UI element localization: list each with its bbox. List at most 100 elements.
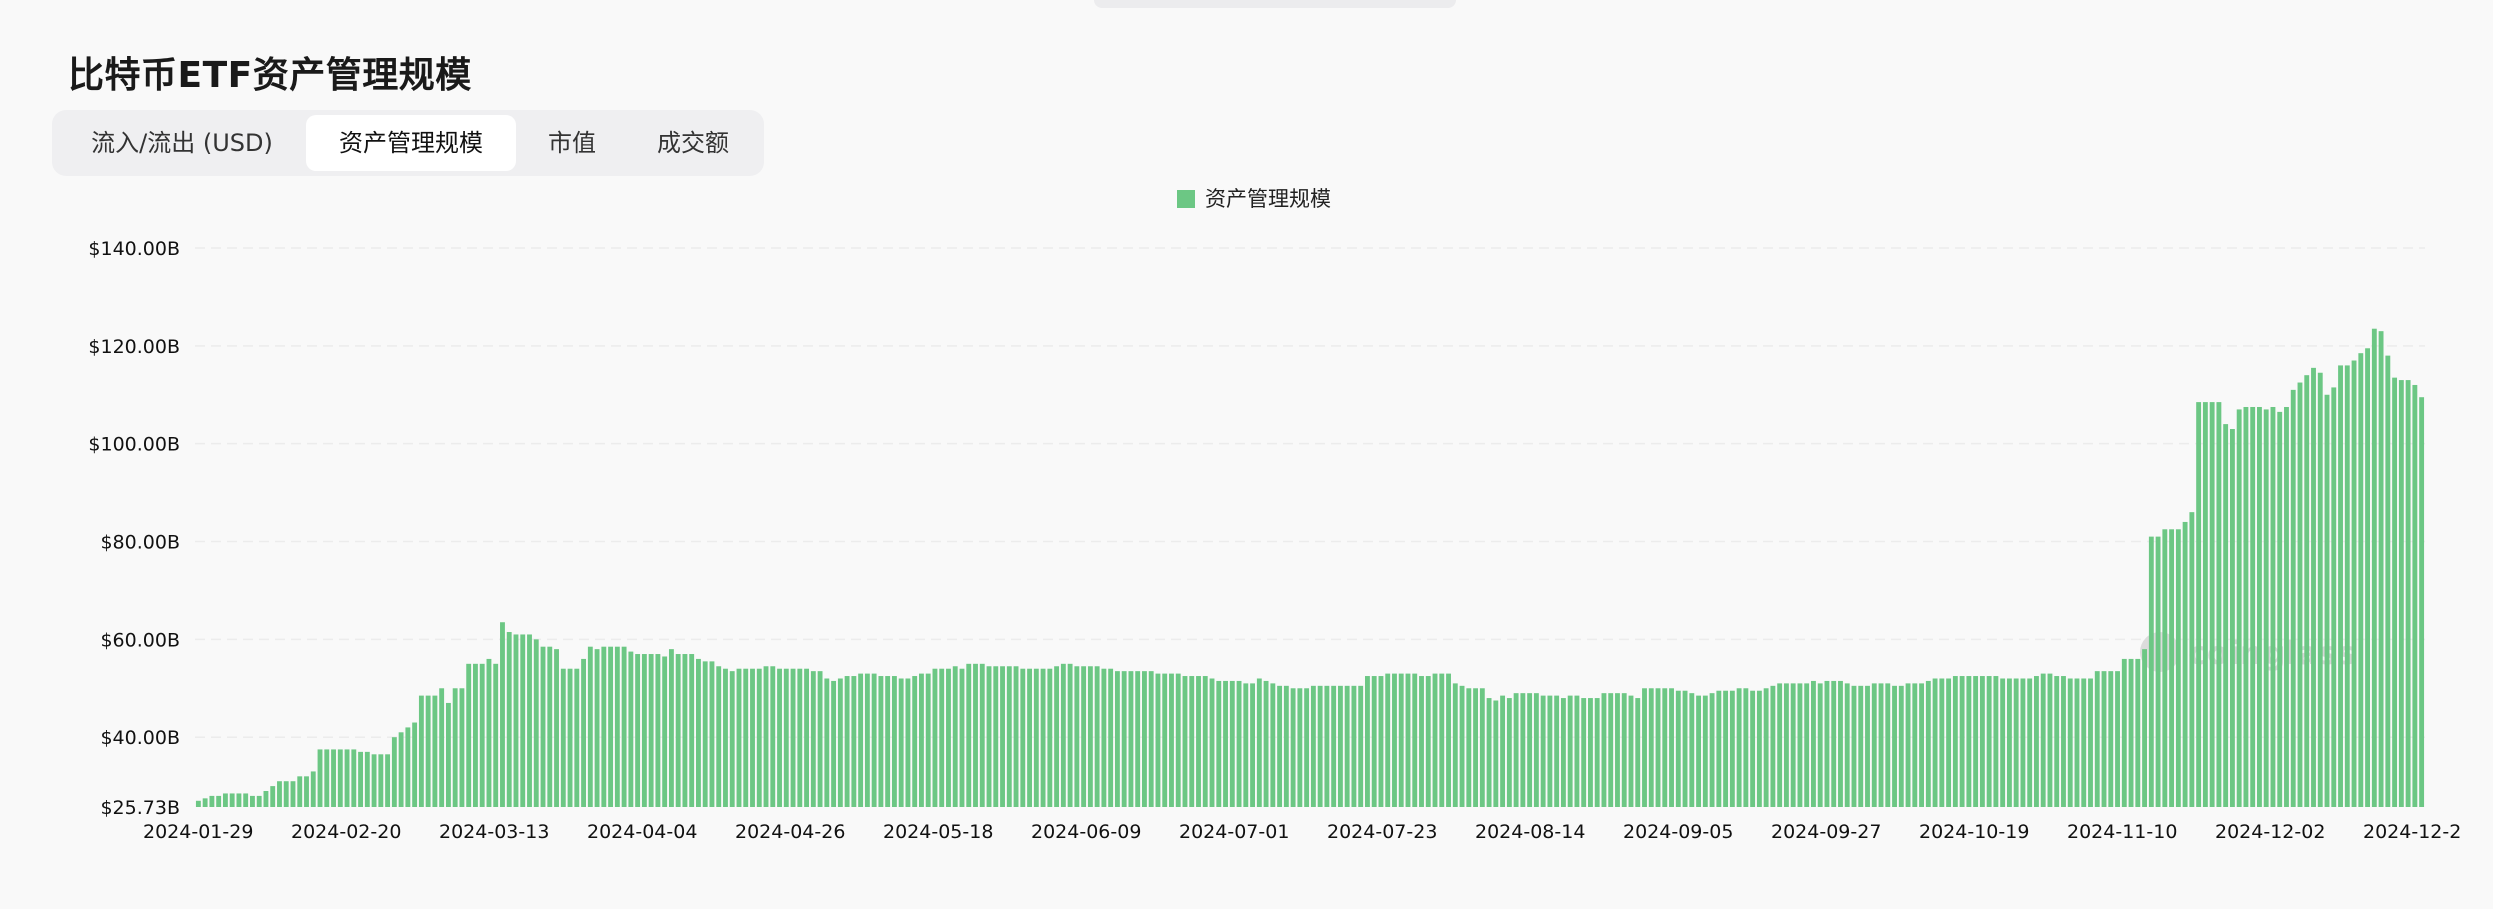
bar[interactable] bbox=[1155, 673, 1161, 807]
bar[interactable] bbox=[486, 658, 492, 807]
bar[interactable] bbox=[1148, 671, 1154, 807]
bar[interactable] bbox=[837, 678, 843, 807]
bar[interactable] bbox=[1750, 690, 1756, 807]
bar[interactable] bbox=[2317, 372, 2323, 807]
bar[interactable] bbox=[473, 663, 478, 807]
bar[interactable] bbox=[2108, 671, 2114, 807]
bar[interactable] bbox=[2121, 658, 2127, 807]
bar[interactable] bbox=[1425, 676, 1431, 807]
bar[interactable] bbox=[668, 649, 674, 807]
bar[interactable] bbox=[682, 654, 688, 807]
bar[interactable] bbox=[216, 795, 222, 807]
bar[interactable] bbox=[1540, 695, 1546, 807]
bar[interactable] bbox=[1135, 671, 1141, 807]
bar[interactable] bbox=[2148, 536, 2154, 807]
bar[interactable] bbox=[479, 663, 485, 807]
bar[interactable] bbox=[2020, 678, 2026, 807]
bar[interactable] bbox=[594, 649, 600, 807]
bar[interactable] bbox=[2182, 521, 2188, 807]
bar[interactable] bbox=[1892, 685, 1897, 807]
bar[interactable] bbox=[209, 795, 215, 807]
bar[interactable] bbox=[1344, 685, 1350, 807]
bar[interactable] bbox=[1419, 676, 1424, 807]
bar[interactable] bbox=[932, 668, 938, 807]
bar[interactable] bbox=[1797, 683, 1803, 807]
bar[interactable] bbox=[1736, 688, 1742, 807]
bar[interactable] bbox=[1283, 685, 1289, 807]
bar[interactable] bbox=[1054, 666, 1060, 807]
bar[interactable] bbox=[1702, 695, 1708, 807]
bar[interactable] bbox=[1635, 698, 1641, 807]
bar[interactable] bbox=[851, 676, 857, 807]
bar[interactable] bbox=[810, 671, 816, 807]
bar[interactable] bbox=[1858, 685, 1864, 807]
bar[interactable] bbox=[229, 793, 235, 807]
bar[interactable] bbox=[2000, 678, 2006, 807]
bar[interactable] bbox=[560, 668, 566, 807]
bar[interactable] bbox=[824, 678, 830, 807]
bar[interactable] bbox=[1642, 688, 1647, 807]
bar[interactable] bbox=[1851, 685, 1857, 807]
bar[interactable] bbox=[689, 654, 695, 807]
bar[interactable] bbox=[641, 654, 647, 807]
bar[interactable] bbox=[277, 781, 282, 807]
bar[interactable] bbox=[2311, 367, 2316, 807]
bar[interactable] bbox=[554, 649, 559, 807]
bar[interactable] bbox=[527, 634, 532, 807]
bar[interactable] bbox=[236, 793, 242, 807]
bar[interactable] bbox=[1533, 693, 1539, 807]
bar[interactable] bbox=[1385, 673, 1391, 807]
bar[interactable] bbox=[1669, 688, 1674, 807]
bar[interactable] bbox=[1114, 671, 1120, 807]
bar[interactable] bbox=[2365, 348, 2370, 807]
bar[interactable] bbox=[2263, 409, 2269, 807]
bar[interactable] bbox=[1175, 673, 1181, 807]
bar[interactable] bbox=[1216, 680, 1222, 807]
bar[interactable] bbox=[2169, 529, 2175, 807]
bar[interactable] bbox=[2101, 671, 2107, 807]
bar[interactable] bbox=[1087, 666, 1093, 807]
bar[interactable] bbox=[1621, 693, 1627, 807]
bar[interactable] bbox=[858, 673, 864, 807]
bar[interactable] bbox=[2344, 365, 2350, 807]
bar[interactable] bbox=[581, 658, 586, 807]
bar[interactable] bbox=[358, 751, 363, 807]
bar[interactable] bbox=[500, 622, 505, 807]
bar[interactable] bbox=[1479, 688, 1485, 807]
bar[interactable] bbox=[2290, 389, 2296, 807]
bar[interactable] bbox=[662, 656, 668, 807]
bar[interactable] bbox=[878, 676, 884, 807]
bar[interactable] bbox=[1547, 695, 1553, 807]
bar[interactable] bbox=[2270, 406, 2276, 807]
bar[interactable] bbox=[1770, 685, 1776, 807]
bar[interactable] bbox=[1500, 695, 1506, 807]
bar[interactable] bbox=[1358, 685, 1364, 807]
bar[interactable] bbox=[1817, 683, 1823, 807]
bar[interactable] bbox=[2412, 384, 2418, 807]
bar[interactable] bbox=[1202, 676, 1208, 807]
bar[interactable] bbox=[973, 663, 978, 807]
bar[interactable] bbox=[2358, 353, 2364, 807]
bar[interactable] bbox=[2006, 678, 2012, 807]
bar[interactable] bbox=[1371, 676, 1377, 807]
bar[interactable] bbox=[2378, 331, 2384, 807]
bar[interactable] bbox=[1594, 698, 1600, 807]
legend-label[interactable]: 资产管理规模 bbox=[1205, 187, 1331, 211]
bar[interactable] bbox=[1169, 673, 1174, 807]
bar[interactable] bbox=[2115, 671, 2120, 807]
bar[interactable] bbox=[1783, 683, 1789, 807]
bar[interactable] bbox=[385, 754, 391, 807]
bar[interactable] bbox=[1250, 683, 1255, 807]
bar[interactable] bbox=[1905, 683, 1911, 807]
bar[interactable] bbox=[317, 749, 323, 807]
bar[interactable] bbox=[1811, 680, 1816, 807]
bar[interactable] bbox=[1824, 680, 1830, 807]
bar[interactable] bbox=[1709, 693, 1715, 807]
bar[interactable] bbox=[1473, 688, 1478, 807]
bar[interactable] bbox=[844, 676, 850, 807]
bar[interactable] bbox=[2189, 512, 2195, 807]
bar[interactable] bbox=[1121, 671, 1127, 807]
bar[interactable] bbox=[797, 668, 803, 807]
bar[interactable] bbox=[1439, 673, 1445, 807]
bar[interactable] bbox=[1554, 695, 1560, 807]
